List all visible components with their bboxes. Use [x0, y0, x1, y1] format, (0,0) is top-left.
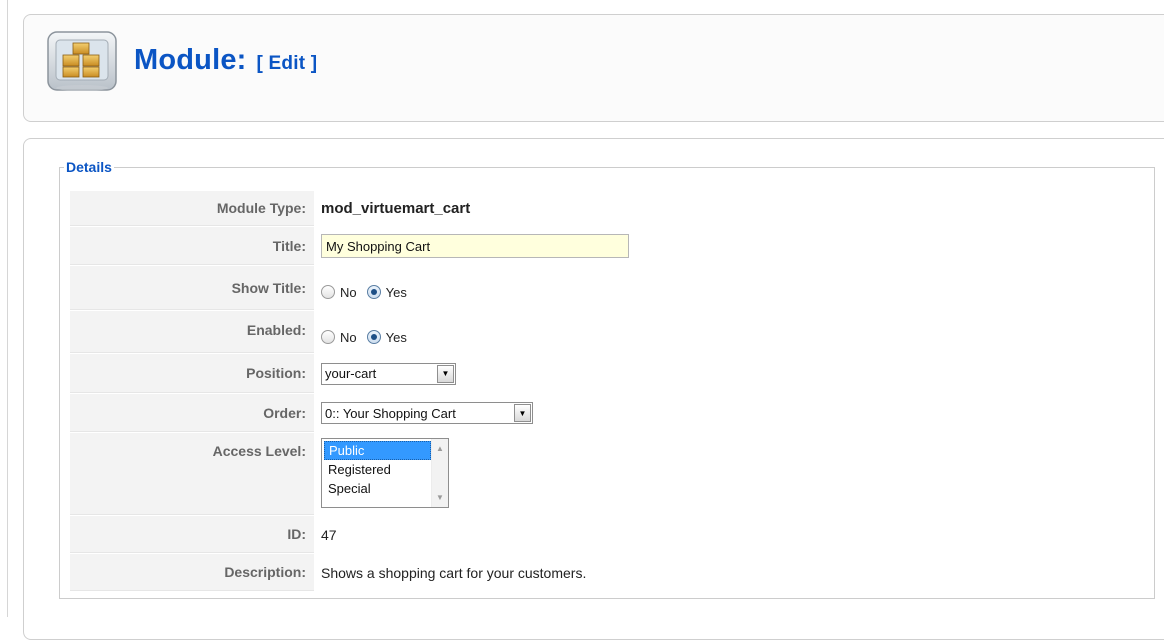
module-type-value: mod_virtuemart_cart [321, 200, 471, 217]
module-type-label: Module Type: [70, 191, 314, 226]
row-position: Position: your-cart ▼ [70, 354, 456, 393]
show-title-yes-radio[interactable] [366, 285, 381, 299]
access-option-registered[interactable]: Registered [324, 460, 431, 479]
row-title: Title: [70, 227, 629, 265]
page-title-text: Module: [134, 44, 247, 76]
scroll-up-icon[interactable]: ▲ [436, 444, 444, 453]
dropdown-arrow-icon[interactable]: ▼ [437, 364, 454, 383]
order-value: 0:: Your Shopping Cart ▼ [314, 394, 533, 432]
description-value: Shows a shopping cart for your customers… [321, 564, 587, 581]
position-label: Position: [70, 354, 314, 393]
row-enabled: Enabled: No Yes [70, 311, 417, 353]
position-value: your-cart ▼ [314, 354, 456, 393]
page-subtitle: [ Edit ] [256, 53, 318, 74]
show-title-no-label: No [340, 284, 357, 300]
show-title-no-radio[interactable] [321, 285, 335, 299]
id-value: 47 [321, 526, 337, 543]
title-label: Title: [70, 227, 314, 265]
access-level-value: Public Registered Special ▲ ▼ [314, 433, 449, 515]
dropdown-arrow-icon[interactable]: ▼ [514, 404, 531, 422]
enabled-no-radio[interactable] [321, 330, 335, 344]
show-title-value: No Yes [314, 266, 417, 310]
order-selected: 0:: Your Shopping Cart [325, 405, 456, 421]
row-module-type: Module Type: mod_virtuemart_cart [70, 191, 470, 226]
module-box-icon [47, 31, 117, 91]
position-select[interactable]: your-cart ▼ [321, 362, 456, 385]
enabled-yes-label: Yes [385, 329, 407, 345]
show-title-label: Show Title: [70, 266, 314, 310]
row-access-level: Access Level: Public Registered Special … [70, 433, 449, 515]
access-level-listbox[interactable]: Public Registered Special ▲ ▼ [321, 438, 449, 508]
show-title-yes-label: Yes [385, 284, 407, 300]
listbox-scrollbar[interactable]: ▲ ▼ [431, 439, 448, 507]
row-show-title: Show Title: No Yes [70, 266, 417, 310]
title-value [314, 227, 629, 265]
page-title: Module: [ Edit ] [134, 44, 317, 77]
enabled-label: Enabled: [70, 311, 314, 353]
enabled-value: No Yes [314, 311, 417, 353]
details-legend: Details [66, 159, 112, 175]
order-label: Order: [70, 394, 314, 432]
row-order: Order: 0:: Your Shopping Cart ▼ [70, 394, 533, 432]
description-label: Description: [70, 554, 314, 591]
order-select[interactable]: 0:: Your Shopping Cart ▼ [321, 402, 533, 424]
access-option-public[interactable]: Public [324, 441, 431, 460]
position-selected: your-cart [325, 366, 377, 381]
access-level-label: Access Level: [70, 433, 314, 515]
row-id: ID: 47 [70, 516, 337, 553]
enabled-yes-radio[interactable] [366, 330, 381, 344]
enabled-no-label: No [340, 329, 357, 345]
left-border [7, 0, 8, 617]
scroll-down-icon[interactable]: ▼ [436, 493, 444, 502]
id-label: ID: [70, 516, 314, 553]
access-option-special[interactable]: Special [324, 479, 431, 498]
row-description: Description: Shows a shopping cart for y… [70, 554, 586, 591]
title-input[interactable] [321, 234, 629, 258]
